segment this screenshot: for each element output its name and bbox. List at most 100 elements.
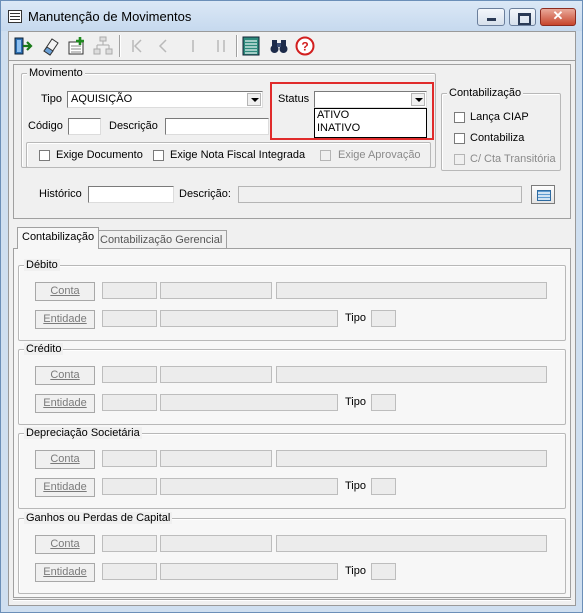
credito-group: Crédito xyxy=(18,343,566,425)
depreciacao-entidade-desc xyxy=(160,478,338,495)
list-icon xyxy=(242,36,260,56)
historico-input[interactable] xyxy=(88,186,174,203)
tab-contabilizacao[interactable]: Contabilização xyxy=(17,227,100,249)
debito-conta-button[interactable]: Conta xyxy=(35,282,95,301)
lanca-ciap-checkbox[interactable] xyxy=(454,112,465,123)
eraser-icon xyxy=(43,38,59,56)
credito-conta-button[interactable]: Conta xyxy=(35,366,95,385)
codigo-label: Código xyxy=(28,120,63,132)
help-button[interactable]: ? xyxy=(293,34,317,58)
ganhos-entidade-desc xyxy=(160,563,338,580)
exige-aprovacao-checkbox xyxy=(320,150,331,161)
ganhos-conta-sub xyxy=(160,535,272,552)
codigo-input[interactable] xyxy=(68,118,101,135)
descricao-input[interactable] xyxy=(165,118,269,135)
first-record-icon xyxy=(132,39,142,53)
debito-tipo-field xyxy=(371,310,396,327)
tipo-select[interactable]: AQUISIÇÃO xyxy=(67,91,263,108)
depreciacao-section: Depreciação Societária Conta Entidade Ti… xyxy=(18,427,566,509)
depreciacao-entidade-button[interactable]: Entidade xyxy=(35,478,95,497)
depreciacao-conta-sub xyxy=(160,450,272,467)
movimento-panel: Movimento Tipo AQUISIÇÃO Status ATIVO IN… xyxy=(13,64,571,219)
window-title: Manutenção de Movimentos xyxy=(28,9,192,24)
close-button[interactable]: ✕ xyxy=(540,8,576,26)
main-window: Manutenção de Movimentos ✕ ? Movimento T… xyxy=(0,0,583,613)
new-record-button[interactable] xyxy=(65,34,89,58)
depreciacao-group: Depreciação Societária xyxy=(18,427,566,509)
ganhos-group: Ganhos ou Perdas de Capital xyxy=(18,512,566,594)
historico-descricao-field xyxy=(238,186,522,203)
historico-label: Histórico xyxy=(39,188,82,200)
depreciacao-tipo-field xyxy=(371,478,396,495)
last-record-button xyxy=(209,34,233,58)
exige-nota-label: Exige Nota Fiscal Integrada xyxy=(170,149,306,161)
ganhos-entidade-button[interactable]: Entidade xyxy=(35,563,95,582)
credito-section: Crédito Conta Entidade Tipo xyxy=(18,343,566,425)
previous-record-button xyxy=(151,34,175,58)
debito-conta-desc xyxy=(276,282,547,299)
depreciacao-tipo-label: Tipo xyxy=(345,480,366,492)
cta-transitoria-label: C/ Cta Transitória xyxy=(470,153,556,165)
title-bar[interactable]: Manutenção de Movimentos ✕ xyxy=(1,1,582,31)
debito-entidade-code xyxy=(102,310,157,327)
tab-panel: Débito Conta Entidade Tipo Crédito Conta… xyxy=(13,248,571,598)
next-record-icon xyxy=(192,40,194,52)
tipo-label: Tipo xyxy=(41,93,62,105)
debito-tipo-label: Tipo xyxy=(345,312,366,324)
debito-group: Débito xyxy=(18,259,566,341)
exige-documento-checkbox[interactable] xyxy=(39,150,50,161)
credito-entidade-desc xyxy=(160,394,338,411)
ganhos-title: Ganhos ou Perdas de Capital xyxy=(24,512,173,524)
exit-icon xyxy=(14,37,33,55)
debito-section: Débito Conta Entidade Tipo xyxy=(18,259,566,341)
depreciacao-conta-button[interactable]: Conta xyxy=(35,450,95,469)
depreciacao-title: Depreciação Societária xyxy=(24,427,142,439)
contabiliza-label: Contabiliza xyxy=(470,132,525,144)
contabiliza-checkbox[interactable] xyxy=(454,133,465,144)
exit-button[interactable] xyxy=(11,34,35,58)
chevron-down-icon[interactable] xyxy=(247,93,261,106)
exige-aprovacao-label: Exige Aprovação xyxy=(338,149,421,161)
bottom-divider xyxy=(13,599,571,601)
depreciacao-conta-desc xyxy=(276,450,547,467)
cta-transitoria-checkbox xyxy=(454,154,465,165)
tab-contabilizacao-gerencial[interactable]: Contabilização Gerencial xyxy=(95,230,228,248)
credito-entidade-button[interactable]: Entidade xyxy=(35,394,95,413)
tab-control: Contabilização Contabilização Gerencial … xyxy=(13,227,571,598)
window-menu-icon[interactable] xyxy=(8,10,22,23)
toolbar: ? xyxy=(9,32,575,61)
debito-title: Débito xyxy=(24,259,60,271)
maximize-button[interactable] xyxy=(509,8,536,26)
debito-entidade-desc xyxy=(160,310,338,327)
last-record-icon xyxy=(217,40,225,52)
search-button[interactable] xyxy=(267,34,291,58)
ganhos-entidade-code xyxy=(102,563,157,580)
ganhos-conta-button[interactable]: Conta xyxy=(35,535,95,554)
exige-nota-checkbox[interactable] xyxy=(153,150,164,161)
movimento-group-title: Movimento xyxy=(27,67,85,79)
binoculars-icon xyxy=(270,40,288,53)
highlight-box xyxy=(270,82,434,140)
historico-descricao-label: Descrição: xyxy=(179,188,231,200)
list-lookup-button[interactable] xyxy=(531,185,555,204)
list-button[interactable] xyxy=(239,34,263,58)
depreciacao-entidade-code xyxy=(102,478,157,495)
debito-conta-code xyxy=(102,282,157,299)
credito-title: Crédito xyxy=(24,343,64,355)
ganhos-conta-code xyxy=(102,535,157,552)
credito-conta-code xyxy=(102,366,157,383)
previous-record-icon xyxy=(158,39,167,53)
next-record-button xyxy=(181,34,205,58)
contabilizacao-group-title: Contabilização xyxy=(447,87,524,99)
credito-entidade-code xyxy=(102,394,157,411)
svg-text:?: ? xyxy=(301,40,308,54)
ganhos-tipo-label: Tipo xyxy=(345,565,366,577)
ganhos-tipo-field xyxy=(371,563,396,580)
credito-tipo-label: Tipo xyxy=(345,396,366,408)
debito-entidade-button[interactable]: Entidade xyxy=(35,310,95,329)
minimize-button[interactable] xyxy=(477,8,505,26)
credito-tipo-field xyxy=(371,394,396,411)
ganhos-conta-desc xyxy=(276,535,547,552)
clear-button[interactable] xyxy=(39,34,63,58)
tree-button xyxy=(91,34,115,58)
